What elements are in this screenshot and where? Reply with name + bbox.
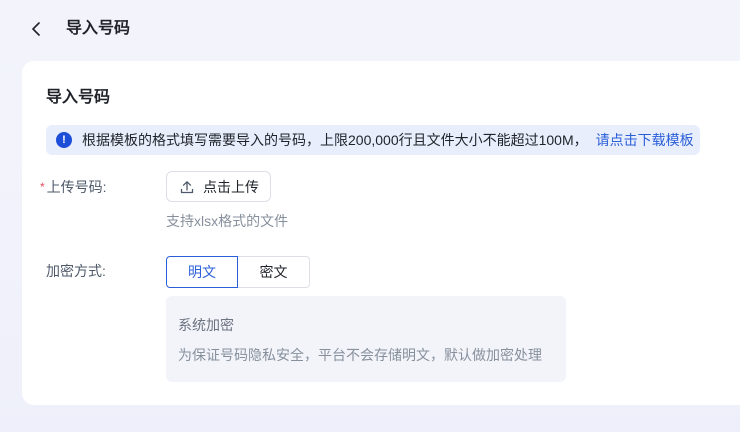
upload-label-text: 上传号码: [46,179,107,195]
required-mark: * [40,180,45,194]
card-title: 导入号码 [46,89,111,106]
import-card: 导入号码 ! 根据模板的格式填写需要导入的号码，上限200,000行且文件大小不… [22,61,740,405]
top-bar: 导入号码 [0,0,740,58]
encryption-label: 加密方式: [46,263,106,279]
upload-button[interactable]: 点击上传 [166,171,271,202]
upload-button-label: 点击上传 [203,178,259,195]
page-title: 导入号码 [66,20,131,37]
upload-label: * 上传号码: [40,177,107,197]
notice-text: 根据模板的格式填写需要导入的号码，上限200,000行且文件大小不能超过100M… [82,132,588,148]
notice-banner: ! 根据模板的格式填写需要导入的号码，上限200,000行且文件大小不能超过10… [46,125,700,155]
upload-icon [180,180,194,194]
description-body: 为保证号码隐私安全，平台不会存储明文，默认做加密处理 [178,347,542,363]
option-ciphertext[interactable]: 密文 [238,256,310,288]
download-template-link[interactable]: 请点击下载模板 [596,130,694,150]
encryption-description: 系统加密 为保证号码隐私安全，平台不会存储明文，默认做加密处理 [166,296,566,382]
encryption-mode-selector: 明文 密文 [166,256,310,288]
upload-hint: 支持xlsx格式的文件 [166,213,289,229]
chevron-left-icon[interactable] [27,19,45,39]
description-title: 系统加密 [178,317,234,333]
info-icon: ! [56,132,72,148]
option-plaintext[interactable]: 明文 [166,256,238,288]
